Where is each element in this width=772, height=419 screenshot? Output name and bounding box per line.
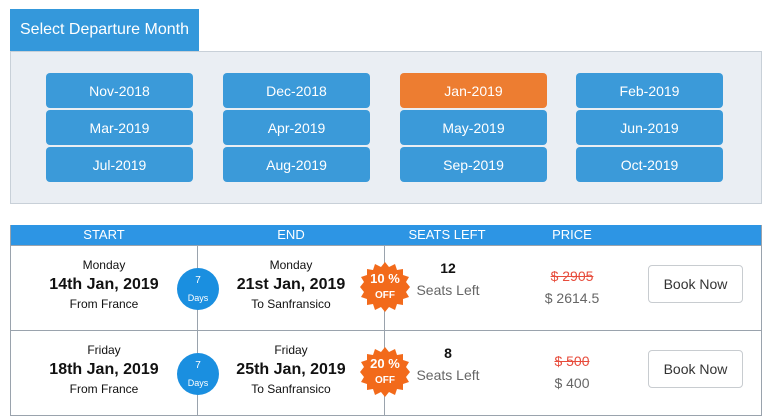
month-button-jan-2019[interactable]: Jan-2019	[400, 73, 547, 108]
discount-percent: 20 %	[370, 356, 400, 371]
book-now-button[interactable]: Book Now	[648, 265, 743, 303]
discount-off-label: OFF	[375, 375, 395, 386]
to-location: To Sanfransico	[251, 382, 331, 396]
end-cell: Friday 25th Jan, 2019 To Sanfransico	[198, 343, 384, 397]
table-row: Friday 18th Jan, 2019 From France 7 Days…	[11, 330, 761, 415]
start-date: 14th Jan, 2019	[49, 276, 159, 293]
end-cell: Monday 21st Jan, 2019 To Sanfransico	[198, 258, 384, 312]
month-button-oct-2019[interactable]: Oct-2019	[576, 147, 723, 182]
price-cell: $ 500 $ 400	[532, 351, 612, 394]
month-button-mar-2019[interactable]: Mar-2019	[46, 110, 193, 145]
discount-badge: 20 % OFF	[360, 347, 410, 397]
discount-badge: 10 % OFF	[360, 262, 410, 312]
month-selector-panel: Nov-2018 Dec-2018 Jan-2019 Feb-2019 Mar-…	[10, 51, 762, 204]
start-date: 18th Jan, 2019	[49, 361, 159, 378]
from-location: From France	[69, 297, 139, 311]
departure-month-title: Select Departure Month	[10, 9, 199, 51]
seats-left-label: Seats Left	[416, 282, 480, 298]
month-button-jul-2019[interactable]: Jul-2019	[46, 147, 193, 182]
month-button-may-2019[interactable]: May-2019	[400, 110, 547, 145]
discount-off-label: OFF	[375, 290, 395, 301]
month-button-feb-2019[interactable]: Feb-2019	[576, 73, 723, 108]
discount-percent: 10 %	[370, 271, 400, 286]
departures-table: START END SEATS LEFT PRICE Monday 14th J…	[10, 225, 762, 416]
month-button-nov-2018[interactable]: Nov-2018	[46, 73, 193, 108]
table-header: START END SEATS LEFT PRICE	[11, 225, 761, 245]
start-day: Friday	[87, 343, 121, 357]
header-end: END	[277, 227, 305, 242]
month-button-jun-2019[interactable]: Jun-2019	[576, 110, 723, 145]
month-button-apr-2019[interactable]: Apr-2019	[223, 110, 370, 145]
book-now-button[interactable]: Book Now	[648, 350, 743, 388]
table-row: Monday 14th Jan, 2019 From France 7 Days…	[11, 245, 761, 330]
start-cell: Friday 18th Jan, 2019 From France	[11, 343, 197, 397]
seats-left-label: Seats Left	[416, 367, 480, 383]
header-price: PRICE	[552, 227, 592, 242]
start-cell: Monday 14th Jan, 2019 From France	[11, 258, 197, 312]
seats-left-count: 8	[444, 345, 452, 361]
month-button-sep-2019[interactable]: Sep-2019	[400, 147, 547, 182]
start-day: Monday	[82, 258, 126, 272]
month-button-dec-2018[interactable]: Dec-2018	[223, 73, 370, 108]
to-location: To Sanfransico	[251, 297, 331, 311]
discount-burst-icon	[360, 347, 410, 397]
discounted-price: $ 2614.5	[544, 290, 600, 306]
header-start: START	[83, 227, 125, 242]
end-date: 25th Jan, 2019	[236, 361, 346, 378]
seats-cell: 8 Seats Left	[408, 344, 488, 386]
discounted-price: $ 400	[554, 375, 590, 391]
header-seats-left: SEATS LEFT	[408, 227, 486, 242]
seats-left-count: 12	[440, 260, 456, 276]
end-day: Friday	[274, 343, 308, 357]
from-location: From France	[69, 382, 139, 396]
end-date: 21st Jan, 2019	[236, 276, 346, 293]
discount-burst-icon	[360, 262, 410, 312]
original-price: $ 2905	[550, 268, 594, 284]
end-day: Monday	[269, 258, 313, 272]
seats-cell: 12 Seats Left	[408, 259, 488, 301]
original-price: $ 500	[554, 353, 590, 369]
month-button-aug-2019[interactable]: Aug-2019	[223, 147, 370, 182]
price-cell: $ 2905 $ 2614.5	[532, 266, 612, 309]
